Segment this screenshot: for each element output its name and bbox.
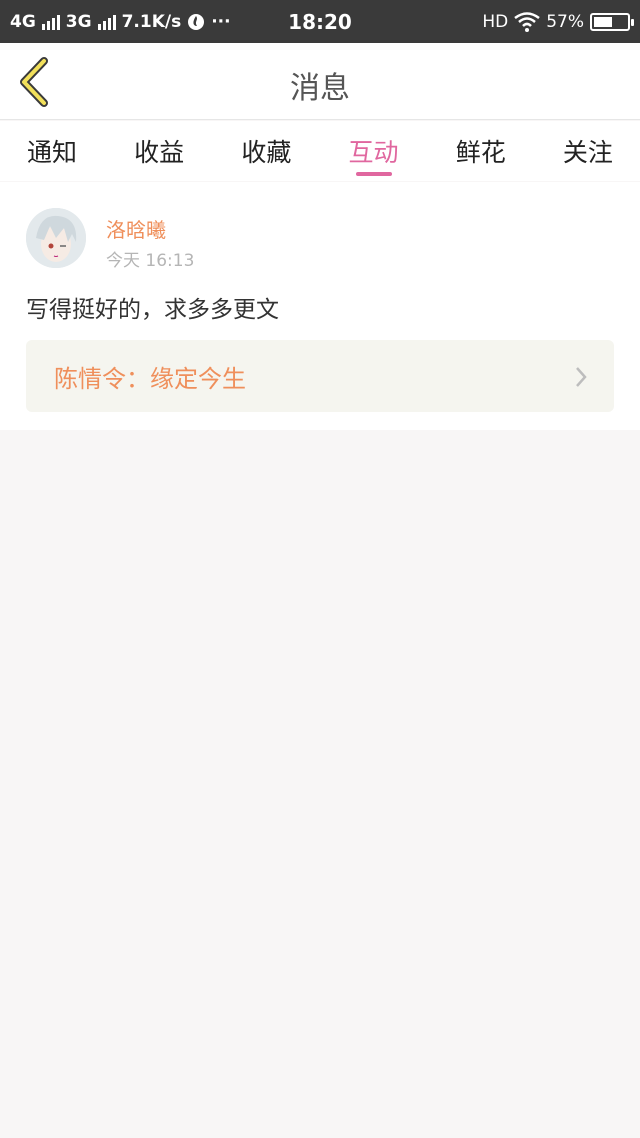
work-title: 陈情令：缘定今生 — [54, 364, 246, 393]
avatar-image — [26, 208, 86, 268]
more-indicator: ··· — [211, 11, 231, 32]
tab-favorites[interactable]: 收藏 — [240, 121, 292, 181]
network-speed: 7.1K/s — [121, 11, 182, 32]
status-right: HD 57% — [482, 11, 634, 32]
network-type-2: 3G — [65, 11, 92, 32]
signal-icon — [41, 14, 60, 30]
tab-bar: 通知 收益 收藏 互动 鲜花 关注 — [0, 121, 640, 181]
battery-percent: 57% — [546, 11, 584, 32]
tab-interactions[interactable]: 互动 — [348, 121, 400, 181]
username[interactable]: 洛晗曦 — [106, 214, 166, 243]
top-nav: 消息 — [0, 43, 640, 120]
signal-icon — [97, 14, 116, 30]
network-type-1: 4G — [10, 11, 36, 32]
flame-icon — [188, 13, 205, 30]
status-left: 4G 3G 7.1K/s ··· — [10, 12, 231, 32]
tab-follows[interactable]: 关注 — [562, 121, 614, 181]
tab-notifications[interactable]: 通知 — [26, 121, 78, 181]
back-arrow-icon[interactable] — [14, 57, 56, 107]
status-bar: 4G 3G 7.1K/s ··· 18:20 HD 57% — [0, 0, 640, 43]
battery-icon — [590, 12, 634, 31]
avatar[interactable] — [26, 208, 86, 268]
tab-earnings[interactable]: 收益 — [133, 121, 185, 181]
comment-text: 写得挺好的，求多多更文 — [26, 297, 279, 323]
hd-indicator: HD — [482, 11, 509, 32]
chevron-right-icon — [576, 367, 587, 387]
battery-fill — [594, 16, 612, 27]
message-card: 洛晗曦 今天 16:13 写得挺好的，求多多更文 陈情令：缘定今生 — [0, 182, 640, 430]
wifi-icon — [514, 11, 540, 32]
referenced-work[interactable]: 陈情令：缘定今生 — [26, 340, 614, 412]
message-time: 今天 16:13 — [106, 251, 195, 271]
page-title: 消息 — [290, 71, 350, 106]
tab-flowers[interactable]: 鲜花 — [455, 121, 507, 181]
